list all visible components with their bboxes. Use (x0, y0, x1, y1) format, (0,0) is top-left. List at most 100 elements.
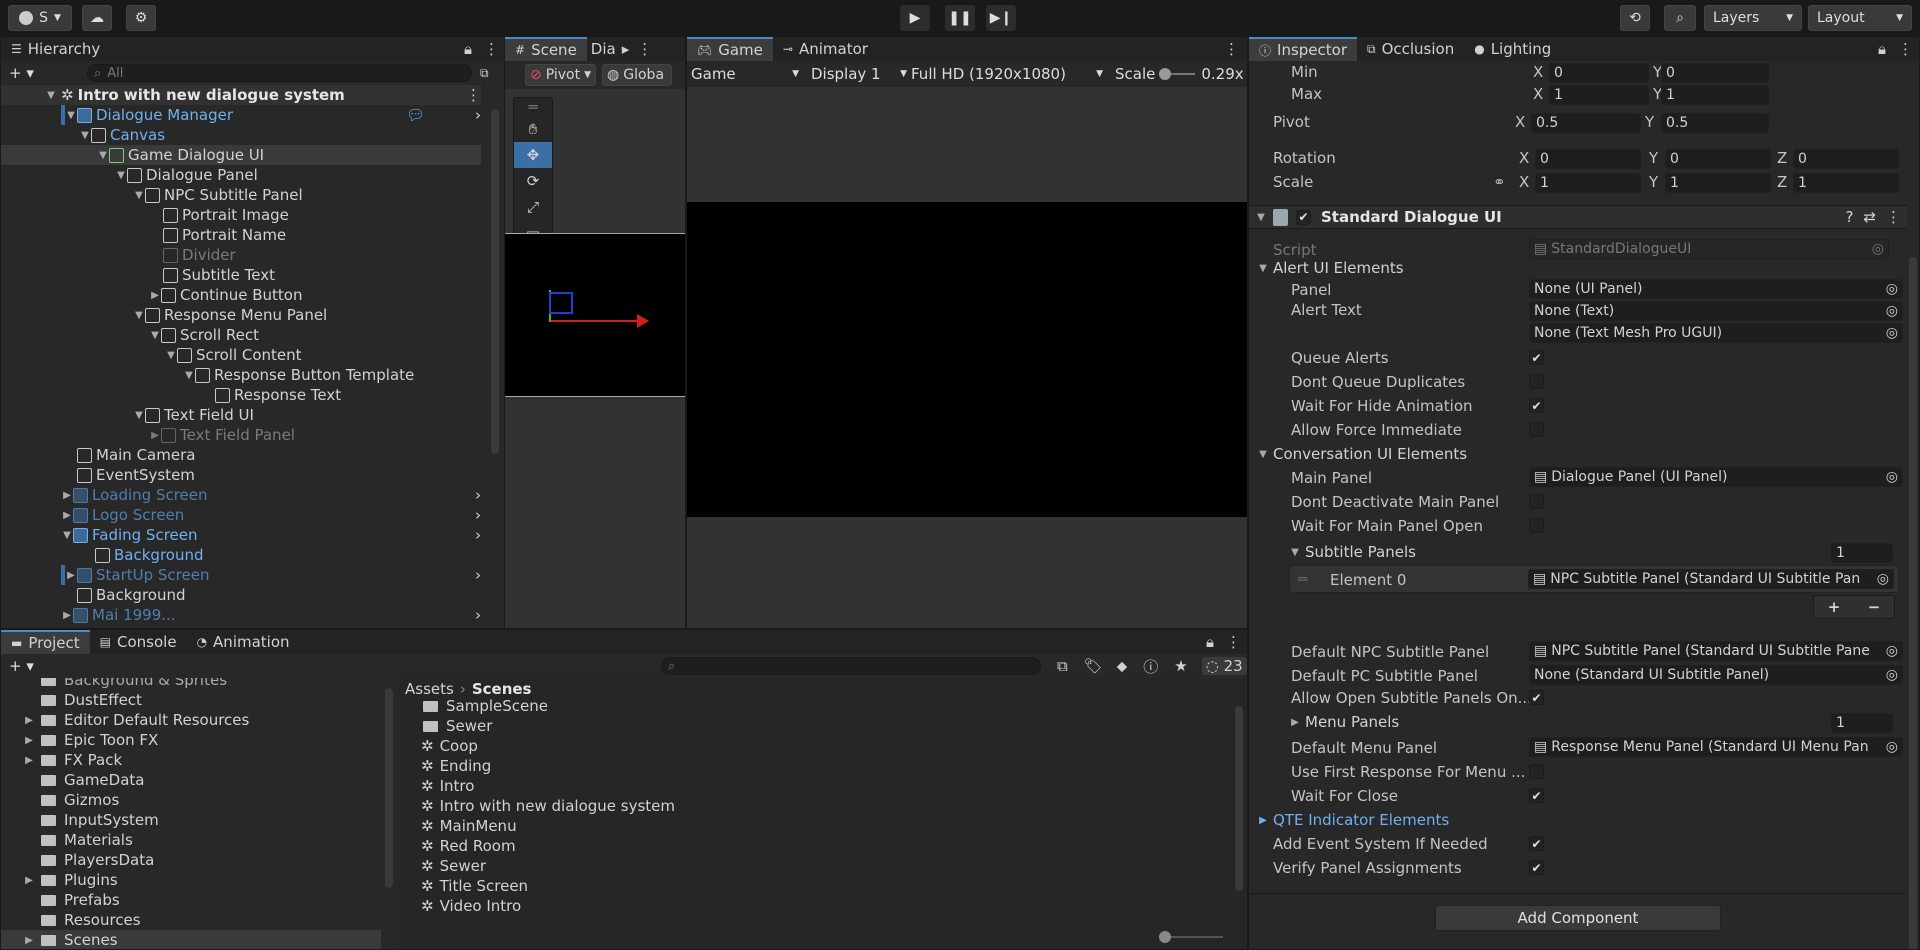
default-npc-field[interactable]: ▤ NPC Subtitle Panel (Standard UI Subtitl… (1529, 641, 1903, 661)
hierarchy-item[interactable]: Portrait Image (1, 205, 481, 225)
hierarchy-item[interactable]: Response Text (1, 385, 481, 405)
chevron-right-icon[interactable]: › (475, 566, 481, 584)
tab-scene[interactable]: # Scene (505, 37, 587, 61)
object-picker-icon[interactable]: ◎ (1886, 739, 1898, 755)
services-button[interactable]: ⚙ (126, 5, 156, 31)
chevron-right-icon[interactable]: › (475, 606, 481, 624)
scene-row[interactable]: ▼ ✲ Intro with new dialogue system ⋮ (1, 85, 481, 105)
scale-y-field[interactable]: 1 (1665, 173, 1771, 193)
kebab-menu-icon[interactable]: ⋮ (1220, 630, 1247, 654)
project-search-input[interactable]: ⌕ (661, 657, 1041, 675)
max-x-field[interactable]: 1 (1549, 85, 1649, 105)
search-by-label-icon[interactable]: 🏷︎ (1084, 657, 1103, 675)
kebab-menu-icon[interactable]: ⋮ (633, 37, 656, 61)
chevron-right-icon[interactable]: › (475, 486, 481, 504)
verify-panels-checkbox[interactable]: ✔ (1529, 860, 1544, 875)
pause-button[interactable]: ❚❚ (945, 5, 975, 31)
expand-arrow-icon[interactable]: ▶ (149, 290, 161, 301)
inspector-scrollbar[interactable] (1909, 257, 1917, 949)
expand-arrow-icon[interactable]: ▼ (1257, 449, 1269, 460)
scale-slider-thumb[interactable] (1159, 68, 1172, 80)
expand-arrow-icon[interactable]: ▶ (23, 935, 35, 946)
hierarchy-item[interactable]: ▼ Dialogue Panel (1, 165, 481, 185)
pivot-x-field[interactable]: 0.5 (1531, 113, 1641, 133)
asset-item[interactable]: ✲ Ending (399, 756, 1247, 776)
add-event-system-checkbox[interactable]: ✔ (1529, 836, 1544, 851)
expand-arrow-icon[interactable]: ▶ (23, 715, 35, 726)
panel-field[interactable]: None (UI Panel) ◎ (1529, 279, 1903, 299)
asset-item[interactable]: ✲ Red Room (399, 836, 1247, 856)
folder-scrollbar[interactable] (385, 688, 393, 888)
alert-tmp-field[interactable]: None (Text Mesh Pro UGUI) ◎ (1529, 323, 1903, 343)
hierarchy-item[interactable]: ▶ Continue Button (1, 285, 481, 305)
rotation-z-field[interactable]: 0 (1793, 149, 1899, 169)
scene-viewport[interactable] (505, 233, 685, 397)
expand-arrow-icon[interactable]: ▶ (23, 735, 35, 746)
scale-slider[interactable] (1159, 68, 1196, 80)
folder-item-selected[interactable]: ▶ Scenes (1, 930, 381, 949)
hierarchy-item[interactable]: ▶ Mai 1999... › (1, 605, 481, 625)
kebab-menu-icon[interactable]: ⋮ (478, 37, 505, 61)
add-component-button[interactable]: Add Component (1435, 905, 1721, 931)
create-button[interactable]: + ▾ (9, 64, 39, 82)
layers-dropdown[interactable]: Layers ▼ (1704, 5, 1802, 31)
asset-item[interactable]: ✲ Coop (399, 736, 1247, 756)
hierarchy-scrollbar[interactable] (491, 109, 499, 454)
cloud-button[interactable]: ☁ (82, 5, 112, 31)
min-y-field[interactable]: 0 (1661, 63, 1769, 83)
hierarchy-item[interactable]: ▼ Text Field UI (1, 405, 481, 425)
scale-tool-icon[interactable]: ⤢ (514, 194, 552, 220)
wait-main-open-checkbox[interactable] (1529, 518, 1544, 533)
asset-item[interactable]: Sewer (399, 716, 1247, 736)
dont-queue-dupes-checkbox[interactable] (1529, 374, 1544, 389)
expand-arrow-icon[interactable]: ▼ (45, 90, 57, 101)
pivot-y-field[interactable]: 0.5 (1661, 113, 1769, 133)
folder-item[interactable]: Materials (1, 830, 395, 850)
hierarchy-item[interactable]: ▶ Loading Screen › (1, 485, 481, 505)
hierarchy-item[interactable]: Divider (1, 245, 481, 265)
folder-item[interactable]: PlayersData (1, 850, 395, 870)
component-header[interactable]: ▼ ✔ Standard Dialogue UI ? ⇄ ⋮ (1249, 205, 1907, 229)
hidden-packages-icon[interactable]: ◌ 23 (1201, 657, 1247, 675)
warning-icon[interactable]: ⓘ (1143, 656, 1158, 677)
expand-arrow-icon[interactable]: ▼ (133, 410, 145, 421)
component-enabled-checkbox[interactable]: ✔ (1296, 209, 1311, 225)
hierarchy-item-selected[interactable]: ▼ Game Dialogue UI (1, 145, 481, 165)
tab-animation[interactable]: ◔ Animation (187, 630, 300, 654)
object-picker-icon[interactable]: ◎ (1886, 643, 1898, 659)
expand-arrow-icon[interactable]: ▶ (1289, 717, 1301, 728)
lock-icon[interactable]: 🔒︎ (458, 37, 478, 61)
chevron-right-icon[interactable]: › (475, 106, 481, 124)
asset-item[interactable]: SampleScene (399, 696, 1247, 716)
default-menu-field[interactable]: ▤ Response Menu Panel (Standard UI Menu P… (1529, 737, 1903, 757)
element0-field[interactable]: ▤ NPC Subtitle Panel (Standard UI Subtitl… (1528, 569, 1894, 589)
tab-console[interactable]: ▤ Console (90, 630, 187, 654)
tab-dialogue[interactable]: Dia ▸ (587, 37, 633, 61)
default-pc-field[interactable]: None (Standard UI Subtitle Panel) ◎ (1529, 665, 1903, 685)
rotation-x-field[interactable]: 0 (1535, 149, 1641, 169)
expand-arrow-icon[interactable]: ▼ (115, 170, 127, 181)
folder-item[interactable]: GameData (1, 770, 395, 790)
global-dropdown[interactable]: ◍ Globa (602, 64, 673, 86)
remove-element-button[interactable]: − (1868, 598, 1881, 616)
asset-item[interactable]: ✲ Intro with new dialogue system (399, 796, 1247, 816)
chevron-right-icon[interactable]: › (475, 506, 481, 524)
hierarchy-item[interactable]: ▶ Logo Screen › (1, 505, 481, 525)
assets-scrollbar[interactable] (1235, 706, 1243, 891)
subtitle-panels-header[interactable]: ▼ Subtitle Panels (1289, 543, 1416, 561)
kebab-menu-icon[interactable]: ⋮ (466, 86, 481, 104)
wait-for-close-checkbox[interactable]: ✔ (1529, 788, 1544, 803)
hand-tool-icon[interactable]: ✋︎ (514, 116, 552, 142)
rotate-tool-icon[interactable]: ⟳ (514, 168, 552, 194)
tab-occlusion[interactable]: ⧉ Occlusion (1357, 37, 1464, 61)
pivot-dropdown[interactable]: ⊘ Pivot ▼ (525, 64, 597, 86)
chevron-right-icon[interactable]: › (475, 526, 481, 544)
hierarchy-item[interactable]: ▼ Scroll Rect (1, 325, 481, 345)
scale-x-field[interactable]: 1 (1535, 173, 1641, 193)
preset-icon[interactable]: ⇄ (1863, 208, 1876, 226)
hierarchy-item[interactable]: Background (1, 545, 481, 565)
kebab-menu-icon[interactable]: ⋮ (1216, 37, 1247, 61)
hierarchy-item[interactable]: Subtitle Text (1, 265, 481, 285)
step-button[interactable]: ▶❙ (986, 5, 1016, 31)
object-picker-icon[interactable]: ◎ (1872, 241, 1884, 257)
